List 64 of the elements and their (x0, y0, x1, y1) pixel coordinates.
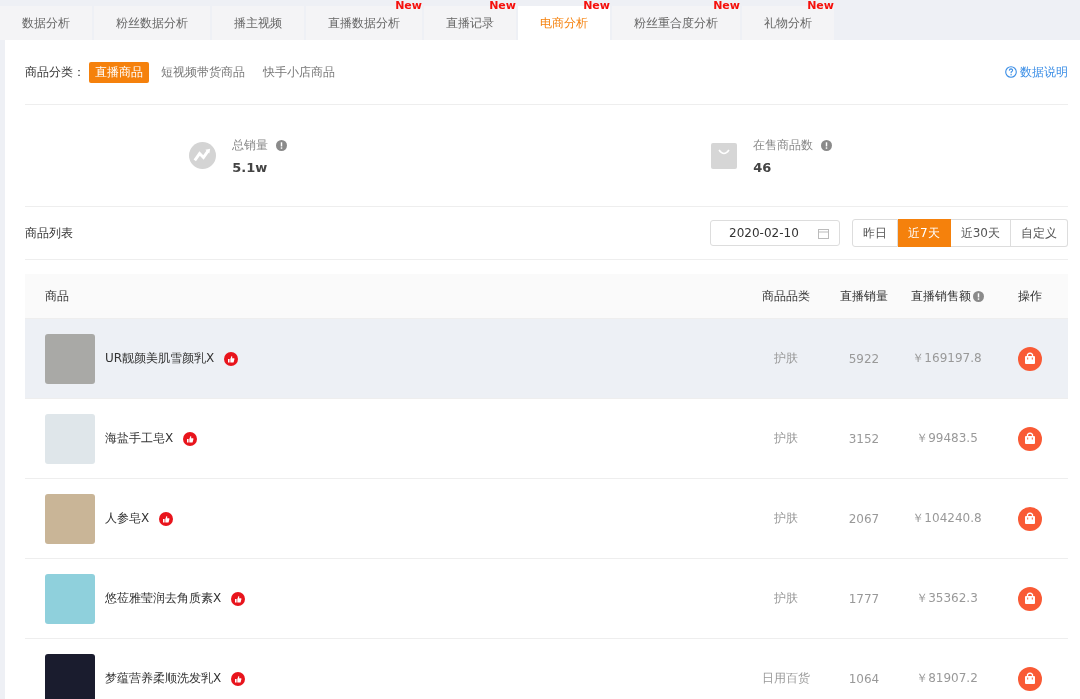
photo-placeholder (45, 333, 95, 384)
amount-cell-text: ￥104240.8 (911, 510, 983, 527)
product-name: 梦蕴营养柔顺洗发乳X (105, 670, 222, 687)
column-header: 操作 (1017, 287, 1043, 305)
thumbs-up-icon (224, 351, 239, 366)
category-cell-text: 护肤 (773, 430, 799, 447)
category-cell-text: 护肤 (773, 510, 799, 527)
sales-cell-text: 3152 (847, 431, 881, 446)
shopping-bag-button[interactable] (1018, 666, 1042, 691)
amount-cell-text: ￥99483.5 (915, 430, 979, 447)
product-name: 人参皂X (105, 510, 150, 527)
help-icon (1005, 66, 1017, 78)
category-cell-text: 护肤 (773, 350, 799, 367)
sales-cell-text: 1064 (847, 671, 881, 686)
photo-placeholder (45, 573, 95, 624)
stat-label: 总销量 (232, 136, 269, 154)
filter-label: 商品分类： (25, 63, 85, 81)
table-row[interactable]: UR靓颜美肌雪颜乳X 护肤 5922 ￥169197.8 (25, 319, 1068, 399)
shopping-bag-button[interactable] (1018, 586, 1042, 611)
tab[interactable]: 数据分析 (0, 6, 92, 40)
date-range-button[interactable]: 近30天 (950, 219, 1011, 247)
column-header: 商品 (44, 287, 70, 305)
calendar-icon (818, 227, 830, 239)
date-field[interactable]: 2020-02-10 (710, 220, 841, 246)
column-header: 商品品类 (761, 287, 811, 305)
data-help-link[interactable]: 数据说明 (1005, 63, 1068, 81)
product-name: 海盐手工皂X (105, 430, 174, 447)
date-range-button[interactable]: 自定义 (1011, 219, 1068, 247)
tab[interactable]: 播主视频 (212, 6, 304, 40)
shopping-bag-button[interactable] (1018, 426, 1042, 451)
stat-value: 5.1w (232, 159, 269, 175)
sales-cell-text: 2067 (847, 511, 881, 526)
category-cell-text: 日用百货 (761, 670, 811, 687)
photo-placeholder (45, 413, 95, 464)
sales-cell-text: 5922 (847, 351, 881, 366)
list-title: 商品列表 (25, 224, 73, 242)
stat-value: 46 (753, 159, 773, 175)
column-header: 直播销售额 (910, 287, 971, 305)
thumbs-up-icon (183, 431, 198, 446)
info-icon (821, 139, 833, 151)
shopping-bag-button[interactable] (1018, 346, 1042, 371)
amount-cell-text: ￥169197.8 (911, 350, 983, 367)
category-option[interactable]: 快手小店商品 (257, 61, 341, 83)
help-text[interactable]: 数据说明 (1020, 63, 1068, 81)
category-option[interactable]: 短视频带货商品 (155, 61, 251, 83)
stat-label: 在售商品数 (753, 136, 814, 154)
info-icon (276, 139, 288, 151)
shopping-bag-icon (711, 142, 738, 169)
category-cell-text: 护肤 (773, 590, 799, 607)
info-icon (972, 290, 984, 302)
photo-placeholder (45, 653, 95, 699)
product-name: UR靓颜美肌雪颜乳X (105, 350, 215, 367)
amount-cell-text: ￥81907.2 (915, 670, 979, 687)
thumbs-up-icon (231, 671, 246, 686)
photo-placeholder (45, 493, 95, 544)
thumbs-up-icon (159, 511, 174, 526)
column-header: 直播销量 (839, 287, 889, 305)
sales-cell-text: 1777 (847, 591, 881, 606)
date-range-button[interactable]: 昨日 (852, 219, 899, 247)
amount-cell-text: ￥35362.3 (915, 590, 979, 607)
product-name: 悠莅雅莹润去角质素X (105, 590, 222, 607)
thumbs-up-icon (231, 591, 246, 606)
shopping-bag-button[interactable] (1018, 506, 1042, 531)
tab[interactable]: 粉丝数据分析 (94, 6, 210, 40)
